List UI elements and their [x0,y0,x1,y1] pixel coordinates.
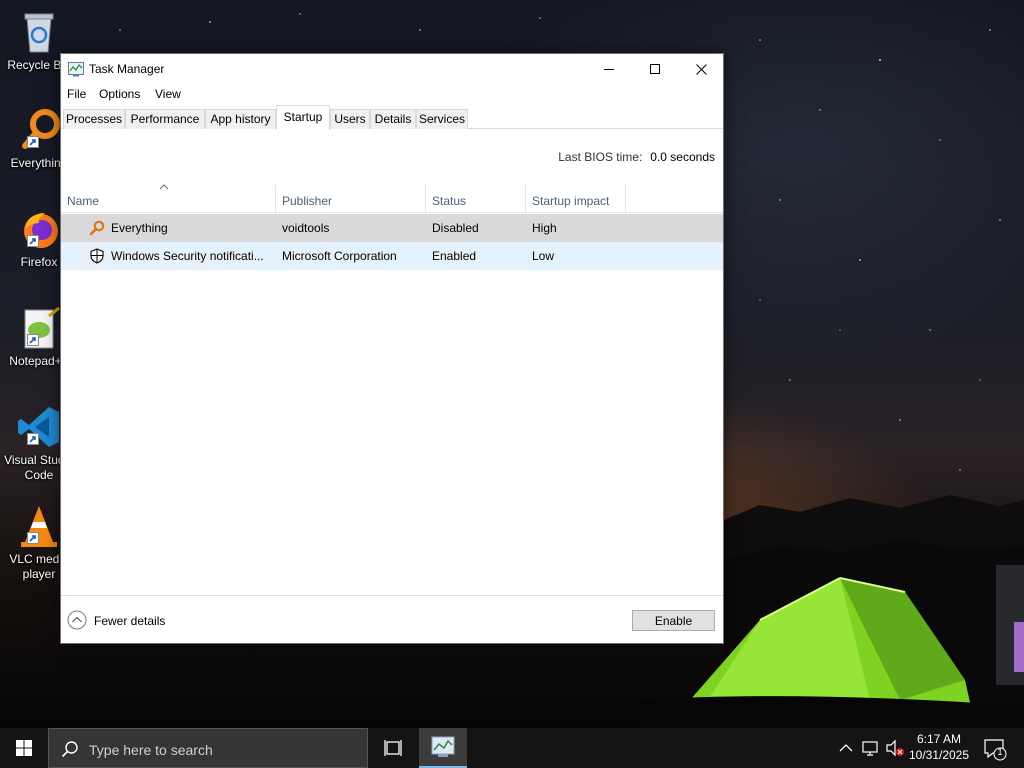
row-status: Enabled [432,249,477,263]
vlc-icon [15,502,63,550]
column-publisher[interactable]: Publisher [276,185,426,213]
chevron-up-icon [839,744,853,752]
bios-time: Last BIOS time: 0.0 seconds [558,150,715,164]
close-icon [695,63,707,75]
row-publisher: voidtools [282,221,330,235]
fewer-details-label: Fewer details [94,614,166,628]
tab-performance[interactable]: Performance [125,109,205,129]
vscode-icon [15,403,63,451]
tab-app-history[interactable]: App history [205,109,276,129]
task-manager-icon [68,61,84,77]
footer: Fewer details Enable [61,595,723,643]
window-title: Task Manager [89,62,165,76]
column-startup-impact[interactable]: Startup impact [526,185,626,213]
row-name: Windows Security notificati... [111,249,264,263]
row-impact: High [532,221,557,235]
shortcut-arrow-icon [27,532,39,544]
show-hidden-icons-button[interactable] [836,728,856,768]
network-tray-button[interactable] [860,728,882,768]
volume-muted-icon [886,739,904,757]
clock[interactable]: 6:17 AM 10/31/2025 [906,731,972,763]
task-view-icon [384,740,402,756]
task-manager-window[interactable]: Task Manager File Options View Processes… [60,53,724,644]
column-name[interactable]: Name [61,184,276,213]
taskbar-task-manager-button[interactable] [419,728,467,768]
task-manager-icon [431,736,455,757]
recycle-bin-icon [15,8,63,56]
bios-time-value: 0.0 seconds [650,150,715,164]
row-impact: Low [532,249,555,263]
maximize-icon [650,64,660,74]
volume-tray-button[interactable] [884,728,906,768]
fewer-details-button[interactable]: Fewer details [67,610,187,632]
shortcut-arrow-icon [27,334,39,346]
shield-icon [89,248,105,264]
title-bar[interactable]: Task Manager [61,54,723,84]
startup-row[interactable]: Windows Security notificati... Microsoft… [61,242,723,270]
notification-icon [984,739,1007,761]
startup-row[interactable]: Everything voidtools Disabled High [61,214,723,242]
row-publisher: Microsoft Corporation [282,249,397,263]
clock-time: 6:17 AM [916,732,962,746]
maximize-button[interactable] [632,54,678,84]
shortcut-arrow-icon [27,433,39,445]
column-name-label: Name [67,194,100,208]
everything-magnifier-icon [89,220,105,236]
notepad-plus-plus-icon [15,304,63,352]
tab-details[interactable]: Details [370,109,416,129]
menu-bar: File Options View [61,84,723,104]
shortcut-arrow-icon [27,136,39,148]
close-button[interactable] [678,54,724,84]
row-name: Everything [111,221,168,235]
tab-processes[interactable]: Processes [63,109,125,129]
everything-icon [15,106,63,154]
start-button[interactable] [0,728,48,768]
firefox-icon [15,205,63,253]
taskbar: Type here to search 6:17 AM 10/31/2025 1 [0,728,1024,768]
tab-users[interactable]: Users [330,109,370,129]
menu-file[interactable]: File [67,87,86,101]
tab-strip: Processes Performance App history Startu… [61,105,723,130]
search-placeholder: Type here to search [89,742,213,758]
taskbar-search-box[interactable]: Type here to search [48,728,368,768]
notification-count: 1 [997,747,1003,757]
menu-options[interactable]: Options [99,87,140,101]
sort-ascending-icon [159,184,169,190]
tab-services[interactable]: Services [416,109,468,129]
column-header-row: Name Publisher Status Startup impact [61,184,723,213]
minimize-button[interactable] [586,54,632,84]
action-center-button[interactable]: 1 [978,728,1010,768]
tab-startup[interactable]: Startup [276,105,330,130]
shortcut-arrow-icon [27,235,39,247]
enable-button[interactable]: Enable [632,610,715,631]
chevron-up-icon [67,610,87,630]
bios-time-label: Last BIOS time: [558,150,643,164]
row-status: Disabled [432,221,479,235]
task-view-button[interactable] [372,728,416,768]
menu-view[interactable]: View [155,87,181,101]
clock-date: 10/31/2025 [908,748,970,762]
search-icon [61,741,78,758]
network-icon [862,741,878,756]
minimize-icon [604,69,614,70]
column-status[interactable]: Status [426,185,526,213]
windows-logo-icon [16,740,32,756]
